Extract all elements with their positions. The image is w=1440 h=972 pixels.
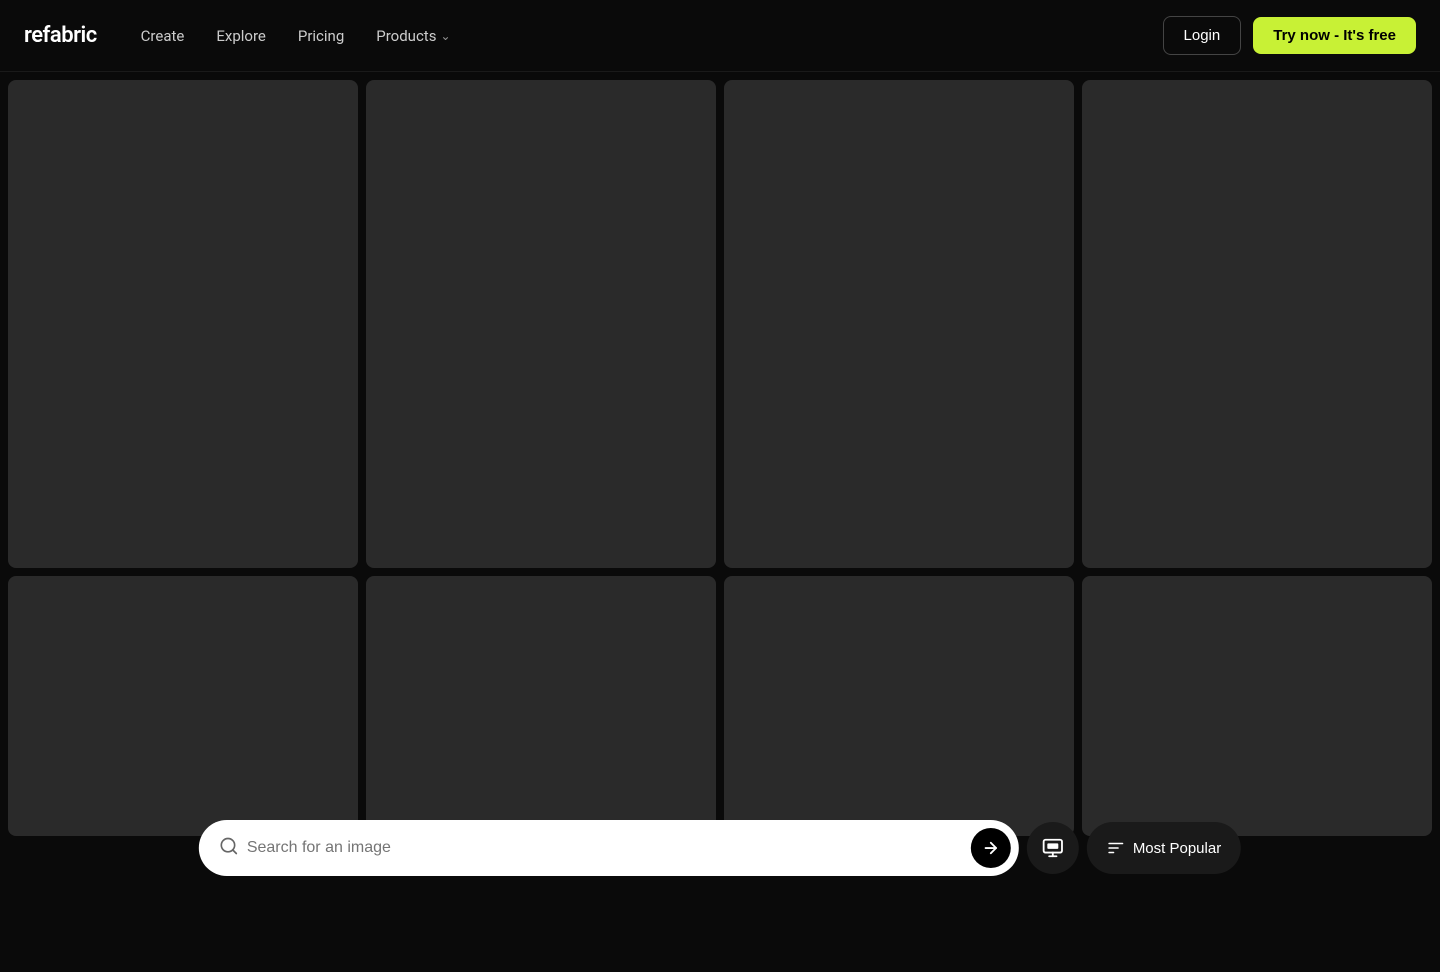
search-icon — [219, 836, 239, 861]
sort-label: Most Popular — [1133, 840, 1221, 857]
nav-pricing[interactable]: Pricing — [286, 19, 356, 53]
navbar: refabric Create Explore Pricing Products… — [0, 0, 1440, 72]
nav-links: Create Explore Pricing Products ⌄ — [129, 19, 463, 53]
nav-create[interactable]: Create — [129, 19, 197, 53]
gallery-grid — [0, 72, 1440, 844]
gallery-card-2[interactable] — [366, 80, 716, 568]
chevron-down-icon: ⌄ — [440, 29, 450, 43]
navbar-right: Login Try now - It's free — [1163, 16, 1416, 55]
try-now-button[interactable]: Try now - It's free — [1253, 17, 1416, 54]
gallery-card-4[interactable] — [1082, 80, 1432, 568]
logo[interactable]: refabric — [24, 23, 97, 48]
search-submit-button[interactable] — [971, 828, 1011, 868]
search-input[interactable] — [247, 839, 963, 857]
gallery-card-1[interactable] — [8, 80, 358, 568]
navbar-left: refabric Create Explore Pricing Products… — [24, 19, 463, 53]
login-button[interactable]: Login — [1163, 16, 1242, 55]
gallery-card-3[interactable] — [724, 80, 1074, 568]
nav-products[interactable]: Products ⌄ — [364, 19, 462, 53]
gallery-card-8[interactable] — [1082, 576, 1432, 836]
search-bar — [199, 820, 1019, 876]
gallery-card-5[interactable] — [8, 576, 358, 836]
filter-button[interactable] — [1027, 822, 1079, 874]
sort-button[interactable]: Most Popular — [1087, 822, 1241, 874]
nav-explore[interactable]: Explore — [204, 19, 278, 53]
gallery-card-7[interactable] — [724, 576, 1074, 836]
search-bar-container: Most Popular — [199, 820, 1241, 876]
gallery-card-6[interactable] — [366, 576, 716, 836]
